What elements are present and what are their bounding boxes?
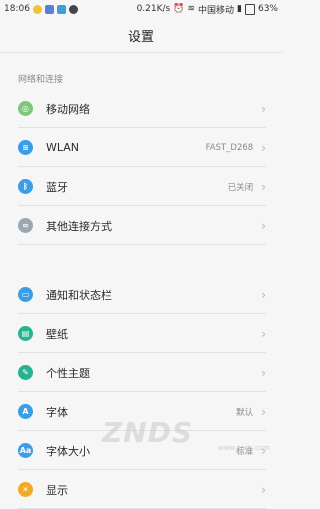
personal-settings-list: ▭ 通知和状态栏 › ▤ 壁纸 › ✎ 个性主题 › A 字体 默认 › Aa … — [0, 275, 282, 509]
setting-value: 标准 — [236, 446, 254, 457]
chevron-right-icon: › — [261, 482, 266, 497]
status-time: 18:06 — [4, 4, 30, 14]
display-icon: ☀ — [18, 482, 33, 497]
setting-label: 移动网络 — [46, 102, 90, 116]
chevron-right-icon: › — [261, 443, 266, 458]
setting-value: 已关闭 — [227, 182, 254, 193]
section-header-label: 网络和连接 — [18, 75, 64, 85]
alarm-icon: ⏰ — [173, 4, 185, 14]
theme-icon: ✎ — [18, 365, 33, 380]
setting-label: WLAN — [46, 141, 80, 154]
setting-notifications[interactable]: ▭ 通知和状态栏 › — [0, 275, 282, 314]
setting-value: FAST_D268 — [205, 142, 254, 153]
wifi-status-icon: ≋ — [187, 4, 196, 14]
setting-label: 其他连接方式 — [46, 219, 112, 233]
chevron-right-icon: › — [261, 365, 266, 380]
setting-label: 壁纸 — [46, 327, 68, 341]
notification-app-icon — [32, 4, 42, 14]
setting-font[interactable]: A 字体 默认 › — [0, 392, 282, 431]
notification-app-icon — [44, 4, 54, 14]
status-bar: 18:06 0.21K/s ⏰ ≋ 中国移动 ▮ 63% — [0, 0, 282, 18]
page-title: 设置 — [127, 29, 154, 45]
setting-wlan[interactable]: ≋ WLAN FAST_D268 › — [0, 128, 282, 167]
battery-icon — [244, 3, 255, 15]
page-title-bar: 设置 — [0, 18, 282, 53]
setting-display[interactable]: ☀ 显示 › — [0, 470, 282, 509]
setting-value: 默认 — [236, 407, 254, 418]
battery-percent: 63% — [257, 4, 278, 14]
chevron-right-icon: › — [261, 140, 266, 155]
carrier-name: 中国移动 — [198, 5, 235, 16]
font-size-icon: Aa — [18, 443, 33, 458]
section-header: 网络和连接 — [0, 63, 282, 89]
setting-label: 通知和状态栏 — [46, 288, 112, 302]
notification-icon: ▭ — [18, 287, 33, 302]
wallpaper-icon: ▤ — [18, 326, 33, 341]
setting-label: 字体大小 — [46, 444, 90, 458]
chevron-right-icon: › — [261, 179, 266, 194]
notification-app-icon — [56, 4, 66, 14]
qq-icon — [68, 4, 78, 14]
link-icon: ∞ — [18, 218, 33, 233]
setting-bluetooth[interactable]: ᛒ 蓝牙 已关闭 › — [0, 167, 282, 206]
setting-label: 字体 — [46, 405, 68, 419]
setting-font-size[interactable]: Aa 字体大小 标准 › — [0, 431, 282, 470]
chevron-right-icon: › — [261, 326, 266, 341]
setting-label: 蓝牙 — [46, 180, 68, 194]
setting-mobile-network[interactable]: ◎ 移动网络 › — [0, 89, 282, 128]
setting-other-connections[interactable]: ∞ 其他连接方式 › — [0, 206, 282, 245]
setting-wallpaper[interactable]: ▤ 壁纸 › — [0, 314, 282, 353]
network-speed: 0.21K/s — [136, 4, 171, 14]
bluetooth-icon: ᛒ — [18, 179, 33, 194]
setting-label: 显示 — [46, 483, 68, 497]
signal-icon: ▮ — [237, 4, 242, 14]
chevron-right-icon: › — [261, 404, 266, 419]
chevron-right-icon: › — [261, 101, 266, 116]
chevron-right-icon: › — [261, 218, 266, 233]
network-settings-list: ◎ 移动网络 › ≋ WLAN FAST_D268 › ᛒ 蓝牙 已关闭 › ∞… — [0, 89, 282, 245]
font-icon: A — [18, 404, 33, 419]
wifi-icon: ≋ — [18, 140, 33, 155]
mobile-network-icon: ◎ — [18, 101, 33, 116]
chevron-right-icon: › — [261, 287, 266, 302]
setting-theme[interactable]: ✎ 个性主题 › — [0, 353, 282, 392]
setting-label: 个性主题 — [46, 366, 90, 380]
group-divider — [0, 245, 282, 275]
